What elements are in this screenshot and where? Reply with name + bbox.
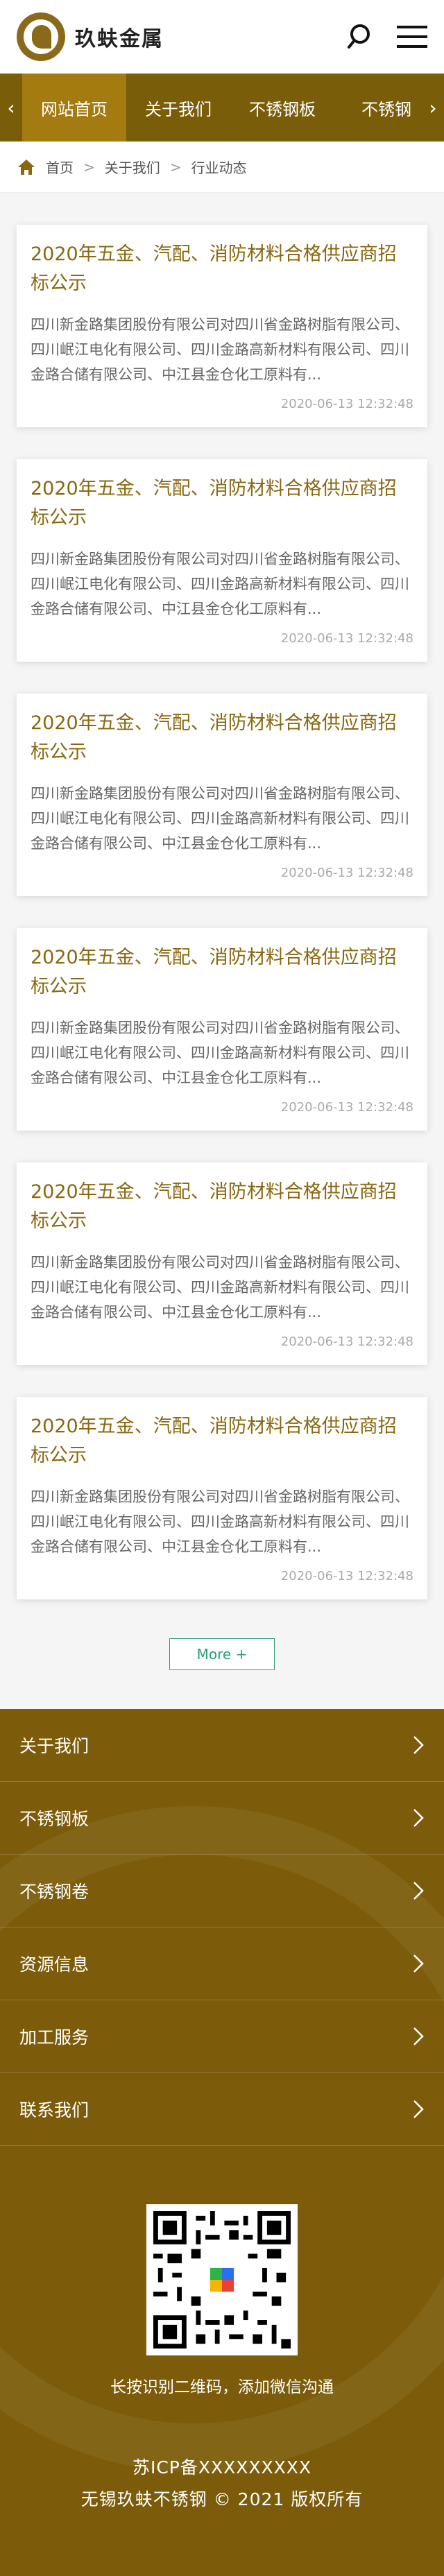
article-card[interactable]: 2020年五金、汽配、消防材料合格供应商招标公示 四川新金路集团股份有限公司对四… <box>17 459 427 662</box>
menu-icon[interactable] <box>395 23 429 51</box>
article-summary: 四川新金路集团股份有限公司对四川省金路树脂有限公司、四川岷江电化有限公司、四川金… <box>31 785 409 852</box>
article-list: 2020年五金、汽配、消防材料合格供应商招标公示 四川新金路集团股份有限公司对四… <box>0 193 444 1599</box>
article-title[interactable]: 2020年五金、汽配、消防材料合格供应商招标公示 <box>31 709 413 767</box>
more-button[interactable]: More + <box>169 1638 275 1670</box>
chevron-right-icon <box>413 2100 424 2118</box>
site-header: 玖蚨金属 <box>0 0 444 74</box>
article-date: 2020-06-13 12:32:48 <box>280 397 413 411</box>
article-title[interactable]: 2020年五金、汽配、消防材料合格供应商招标公示 <box>31 474 413 533</box>
home-icon <box>18 159 35 175</box>
article-date: 2020-06-13 12:32:48 <box>280 631 413 646</box>
footer-link-resources[interactable]: 资源信息 <box>0 1927 444 2000</box>
article-date: 2020-06-13 12:32:48 <box>280 1334 413 1349</box>
breadcrumb-about[interactable]: 关于我们 <box>105 157 160 177</box>
article-title[interactable]: 2020年五金、汽配、消防材料合格供应商招标公示 <box>31 1412 413 1470</box>
chevron-right-icon <box>413 1955 424 1973</box>
logo-mark-icon <box>17 12 65 61</box>
site-footer: 关于我们 不锈钢板 不锈钢卷 资源信息 加工服务 联系我们 长按识别二维码，添加… <box>0 1709 444 2576</box>
footer-link-label: 不锈钢板 <box>19 1809 89 1829</box>
article-card[interactable]: 2020年五金、汽配、消防材料合格供应商招标公示 四川新金路集团股份有限公司对四… <box>17 1397 427 1599</box>
article-card[interactable]: 2020年五金、汽配、消防材料合格供应商招标公示 四川新金路集团股份有限公司对四… <box>17 1162 427 1365</box>
icp-number[interactable]: 苏ICP备XXXXXXXXX <box>0 2454 444 2479</box>
chevron-right-icon <box>413 2027 424 2045</box>
chevron-right-icon <box>413 1736 424 1754</box>
article-card[interactable]: 2020年五金、汽配、消防材料合格供应商招标公示 四川新金路集团股份有限公司对四… <box>17 928 427 1131</box>
footer-link-label: 不锈钢卷 <box>19 1882 89 1902</box>
footer-link-contact[interactable]: 联系我们 <box>0 2073 444 2146</box>
footer-link-label: 加工服务 <box>19 2027 89 2047</box>
nav-item-stainless-plate[interactable]: 不锈钢板 <box>230 74 334 141</box>
footer-link-label: 资源信息 <box>19 1955 89 1975</box>
breadcrumb-separator: > <box>169 158 182 175</box>
article-summary: 四川新金路集团股份有限公司对四川省金路树脂有限公司、四川岷江电化有限公司、四川金… <box>31 1254 409 1321</box>
footer-link-about[interactable]: 关于我们 <box>0 1709 444 1782</box>
footer-link-processing[interactable]: 加工服务 <box>0 2000 444 2073</box>
article-summary: 四川新金路集团股份有限公司对四川省金路树脂有限公司、四川岷江电化有限公司、四川金… <box>31 1488 409 1555</box>
breadcrumb: 首页 > 关于我们 > 行业动态 <box>0 141 444 193</box>
logo-text: 玖蚨金属 <box>75 27 164 51</box>
breadcrumb-separator: > <box>83 158 95 175</box>
nav-item-about[interactable]: 关于我们 <box>126 74 230 141</box>
nav-item-stainless[interactable]: 不锈钢 <box>334 74 422 141</box>
article-date: 2020-06-13 12:32:48 <box>280 1100 413 1115</box>
qr-caption: 长按识别二维码，添加微信沟通 <box>110 2378 334 2396</box>
footer-menu: 关于我们 不锈钢板 不锈钢卷 资源信息 加工服务 联系我们 <box>0 1709 444 2146</box>
chevron-right-icon <box>413 1809 424 1827</box>
article-date: 2020-06-13 12:32:48 <box>280 866 413 880</box>
qr-block: 长按识别二维码，添加微信沟通 <box>0 2146 444 2397</box>
article-title[interactable]: 2020年五金、汽配、消防材料合格供应商招标公示 <box>31 1178 413 1236</box>
logo[interactable]: 玖蚨金属 <box>17 12 164 61</box>
nav-next-arrow-icon[interactable]: › <box>422 96 444 119</box>
footer-link-label: 联系我们 <box>19 2100 89 2120</box>
nav-prev-arrow-icon[interactable]: ‹ <box>0 96 22 119</box>
main-nav: ‹ 网站首页 关于我们 不锈钢板 不锈钢 › <box>0 74 444 141</box>
copyright: 无锡玖蚨不锈钢 © 2021 版权所有 <box>80 2489 364 2509</box>
article-date: 2020-06-13 12:32:48 <box>280 1569 413 1583</box>
article-summary: 四川新金路集团股份有限公司对四川省金路树脂有限公司、四川岷江电化有限公司、四川金… <box>31 551 409 617</box>
article-title[interactable]: 2020年五金、汽配、消防材料合格供应商招标公示 <box>31 943 413 1002</box>
breadcrumb-current: 行业动态 <box>191 160 247 176</box>
breadcrumb-home[interactable]: 首页 <box>46 157 74 177</box>
footer-link-stainless-coil[interactable]: 不锈钢卷 <box>0 1855 444 1927</box>
article-summary: 四川新金路集团股份有限公司对四川省金路树脂有限公司、四川岷江电化有限公司、四川金… <box>31 1020 409 1086</box>
chevron-right-icon <box>413 1882 424 1900</box>
search-icon[interactable] <box>345 21 377 53</box>
article-card[interactable]: 2020年五金、汽配、消防材料合格供应商招标公示 四川新金路集团股份有限公司对四… <box>17 694 427 896</box>
footer-link-stainless-plate[interactable]: 不锈钢板 <box>0 1782 444 1855</box>
nav-item-home[interactable]: 网站首页 <box>22 74 126 141</box>
article-title[interactable]: 2020年五金、汽配、消防材料合格供应商招标公示 <box>31 240 413 298</box>
footer-link-label: 关于我们 <box>19 1736 89 1756</box>
article-card[interactable]: 2020年五金、汽配、消防材料合格供应商招标公示 四川新金路集团股份有限公司对四… <box>17 225 427 427</box>
qr-code-icon[interactable] <box>146 2204 298 2355</box>
article-summary: 四川新金路集团股份有限公司对四川省金路树脂有限公司、四川岷江电化有限公司、四川金… <box>31 316 409 383</box>
more-wrap: More + <box>0 1631 444 1709</box>
